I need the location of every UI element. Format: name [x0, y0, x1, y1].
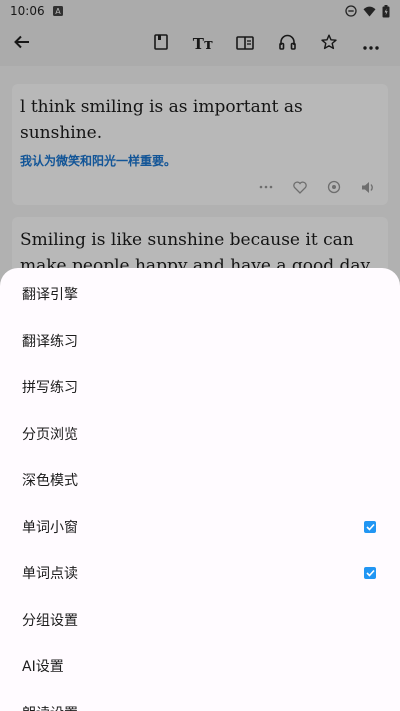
menu-item-group-settings[interactable]: 分组设置: [0, 597, 400, 644]
menu-item-word-popup[interactable]: 单词小窗: [0, 504, 400, 551]
menu-item-translation-practice[interactable]: 翻译练习: [0, 318, 400, 365]
menu-item-label: 分组设置: [22, 612, 78, 629]
menu-item-label: 翻译引擎: [22, 287, 78, 304]
check-icon: [365, 565, 375, 581]
menu-item-label: 分页浏览: [22, 426, 78, 443]
check-icon: [365, 519, 375, 535]
word-tap-read-checkbox[interactable]: [364, 565, 376, 581]
menu-item-spelling-practice[interactable]: 拼写练习: [0, 364, 400, 411]
menu-item-label: 深色模式: [22, 473, 78, 490]
menu-item-ai-settings[interactable]: AI设置: [0, 643, 400, 690]
menu-item-label: 朗读设置: [22, 703, 376, 711]
menu-item-page-browsing[interactable]: 分页浏览: [0, 411, 400, 458]
menu-item-reading-settings[interactable]: 朗读设置: [0, 690, 400, 711]
menu-item-translation-engine[interactable]: 翻译引擎: [0, 271, 400, 318]
menu-item-label: 单词小窗: [22, 519, 78, 536]
word-popup-checkbox[interactable]: [364, 519, 376, 535]
settings-menu: 翻译引擎 翻译练习 拼写练习 分页浏览 深色模式 单词小窗 单词点读 分组设置: [0, 268, 400, 711]
menu-item-dark-mode[interactable]: 深色模式: [0, 457, 400, 504]
menu-item-label: 单词点读: [22, 566, 78, 583]
menu-item-label: 拼写练习: [22, 380, 78, 397]
settings-bottom-sheet: 翻译引擎 翻译练习 拼写练习 分页浏览 深色模式 单词小窗 单词点读 分组设置: [0, 268, 400, 711]
menu-item-word-tap-read[interactable]: 单词点读: [0, 550, 400, 597]
menu-item-label: AI设置: [22, 659, 64, 676]
menu-item-label: 翻译练习: [22, 333, 78, 350]
